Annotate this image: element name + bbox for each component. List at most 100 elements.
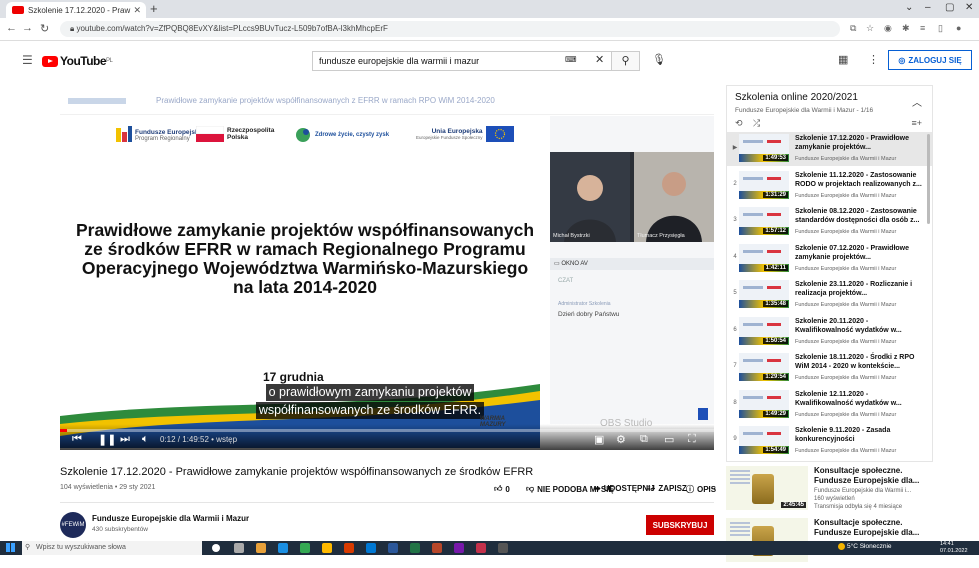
office-icon[interactable] xyxy=(344,543,354,553)
hamburger-menu-icon[interactable]: ☰ xyxy=(22,53,33,67)
playlist-thumbnail[interactable]: 1:49:29 xyxy=(739,389,789,418)
recommended-thumbnail[interactable] xyxy=(726,518,808,562)
playlist-thumbnail[interactable]: 1:50:54 xyxy=(739,316,789,345)
taskbar-search[interactable]: ⚲ Wpisz tu wyszukiwane słowa xyxy=(22,541,202,555)
task-view-icon[interactable] xyxy=(234,543,244,553)
microphone-icon[interactable]: 🎙︎ xyxy=(652,53,666,66)
reading-list-icon[interactable]: ≡ xyxy=(920,23,925,33)
playlist-thumbnail[interactable]: 1:31:29 xyxy=(739,170,789,199)
like-button[interactable]: 👍︎ 0 xyxy=(494,484,510,494)
progress-bar[interactable] xyxy=(60,429,714,432)
playlist-item[interactable]: ▶ 1:49:53 Szkolenie 17.12.2020 - Prawidłow… xyxy=(727,132,932,166)
edge-icon[interactable] xyxy=(278,543,288,553)
more-options-icon[interactable]: ⋮ xyxy=(868,53,879,66)
search-button[interactable]: ⚲ xyxy=(612,51,640,71)
photos-icon[interactable] xyxy=(498,543,508,553)
forward-icon[interactable]: → xyxy=(22,22,33,34)
app-icon[interactable] xyxy=(476,543,486,553)
previous-icon[interactable]: ⏮ xyxy=(72,433,82,446)
playlist-thumbnail[interactable]: 1:35:48 xyxy=(739,280,789,308)
miniplayer-icon[interactable]: ⧉ xyxy=(640,433,648,446)
bookmark-icon[interactable]: ☆ xyxy=(866,23,874,34)
close-tab-icon[interactable]: ✕ xyxy=(133,5,141,16)
weather-widget[interactable]: 5°C Słonecznie xyxy=(838,543,892,550)
playlist-item[interactable]: 9 1:54:49 Szkolenie 9.11.2020 - Zasada kon… xyxy=(727,424,932,458)
recommended-item[interactable]: 2:45:45 Konsultacje społeczne. Fundusze E… xyxy=(726,466,931,516)
profile-icon[interactable]: ● xyxy=(956,23,961,33)
playlist-item[interactable]: 2 1:31:29 Szkolenie 11.12.2020 - Zastosowa… xyxy=(727,169,932,203)
playlist-item[interactable]: 4 1:42:11 Szkolenie 07.12.2020 - Prawidłow… xyxy=(727,242,932,276)
playlist-item[interactable]: 6 1:50:54 Szkolenie 20.11.2020 - Kwalifiko… xyxy=(727,315,932,349)
playlist-item-title[interactable]: Szkolenie 07.12.2020 - Prawidłowe zamyka… xyxy=(795,244,927,262)
playlist-thumbnail[interactable]: 1:42:11 xyxy=(739,243,789,272)
playlist-item-title[interactable]: Szkolenie 20.11.2020 - Kwalifikowalność … xyxy=(795,317,927,335)
playlist-item-title[interactable]: Szkolenie 18.11.2020 - Środki z RPO WiM … xyxy=(795,353,927,371)
chrome-icon[interactable] xyxy=(300,543,310,553)
onenote-icon[interactable] xyxy=(454,543,464,553)
fullscreen-icon[interactable]: ⛶ xyxy=(688,433,696,446)
playlist-title[interactable]: Szkolenia online 2020/2021 xyxy=(735,92,858,103)
video-player[interactable]: Prawidłowe zamykanie projektów współfina… xyxy=(60,92,714,450)
playlist-thumbnail[interactable]: 1:57:12 xyxy=(739,207,789,235)
recommended-title[interactable]: Konsultacje społeczne. Fundusze Europejs… xyxy=(814,466,929,486)
save-button[interactable]: ≡+ ZAPISZ xyxy=(646,484,687,493)
playlist-thumbnail[interactable]: 1:49:53 xyxy=(739,134,789,162)
volume-icon[interactable]: 🔈︎ xyxy=(142,433,149,446)
save-playlist-icon[interactable]: ≡+ xyxy=(911,118,922,128)
file-explorer-icon[interactable] xyxy=(256,543,266,553)
recommended-thumbnail[interactable]: 2:45:45 xyxy=(726,466,808,510)
recommended-title[interactable]: Konsultacje społeczne. Fundusze Europejs… xyxy=(814,518,929,538)
playlist-thumbnail[interactable]: 1:54:49 xyxy=(739,426,789,454)
clear-search-icon[interactable]: ✕ xyxy=(595,53,604,66)
cortana-icon[interactable] xyxy=(212,544,220,552)
share-icon[interactable]: ⧉ xyxy=(850,23,856,34)
browser-tab[interactable]: Szkolenie 17.12.2020 - Praw ✕ xyxy=(6,2,146,18)
next-icon[interactable]: ⏭ xyxy=(120,433,130,446)
playlist-item[interactable]: 7 1:29:54 Szkolenie 18.11.2020 - Środki z … xyxy=(727,351,932,385)
new-tab-icon[interactable]: + xyxy=(150,1,158,16)
theater-mode-icon[interactable]: ▭ xyxy=(664,433,674,446)
playlist-item-title[interactable]: Szkolenie 08.12.2020 - Zastosowanie stan… xyxy=(795,207,927,225)
mail-icon[interactable] xyxy=(322,543,332,553)
login-button[interactable]: ◎ ZALOGUJ SIĘ xyxy=(888,50,972,70)
word-icon[interactable] xyxy=(388,543,398,553)
url-field[interactable]: 🔒︎ youtube.com/watch?v=ZfPQBQ8EvXY&list=… xyxy=(60,21,840,37)
close-window-icon[interactable]: ✕ xyxy=(965,2,973,13)
apps-grid-icon[interactable]: ▦ xyxy=(838,53,848,66)
store-icon[interactable] xyxy=(366,543,376,553)
loop-icon[interactable]: ⟲ xyxy=(735,118,743,129)
playlist-item-title[interactable]: Szkolenie 11.12.2020 - Zastosowanie RODO… xyxy=(795,171,927,189)
more-actions-icon[interactable]: ⋯ xyxy=(708,484,716,493)
playlist-scrollbar[interactable] xyxy=(927,134,930,224)
playlist-thumbnail[interactable]: 1:29:54 xyxy=(739,353,789,381)
youtube-logo[interactable]: YouTube PL xyxy=(42,54,113,68)
windows-start-icon[interactable] xyxy=(6,543,15,552)
clock[interactable]: 14:41 07.01.2022 xyxy=(940,541,968,555)
playlist-item-title[interactable]: Szkolenie 17.12.2020 - Prawidłowe zamyka… xyxy=(795,134,927,152)
extension-icon[interactable]: ◉ xyxy=(884,23,892,34)
subscribe-button[interactable]: SUBSKRYBUJ xyxy=(646,515,714,535)
settings-gear-icon[interactable]: ⚙ xyxy=(616,433,626,446)
shuffle-icon[interactable]: ⤮ xyxy=(753,118,760,129)
pause-icon[interactable]: ❚❚ xyxy=(98,433,116,446)
powerpoint-icon[interactable] xyxy=(432,543,442,553)
playlist-item-title[interactable]: Szkolenie 23.11.2020 - Rozliczanie i rea… xyxy=(795,280,927,298)
playlist-item-title[interactable]: Szkolenie 9.11.2020 - Zasada konkurencyj… xyxy=(795,426,927,444)
excel-icon[interactable] xyxy=(410,543,420,553)
reload-icon[interactable]: ↻ xyxy=(40,22,49,35)
collapse-chevron-icon[interactable]: ︿ xyxy=(912,94,922,109)
playlist-item[interactable]: 5 1:35:48 Szkolenie 23.11.2020 - Rozliczan… xyxy=(727,278,932,312)
playlist-item[interactable]: 3 1:57:12 Szkolenie 08.12.2020 - Zastosowa… xyxy=(727,205,932,239)
channel-name[interactable]: Fundusze Europejskie dla Warmii i Mazur xyxy=(92,514,249,523)
side-panel-icon[interactable]: ▯ xyxy=(938,23,943,34)
subtitles-icon[interactable]: ▣ xyxy=(594,433,604,446)
back-icon[interactable]: ← xyxy=(6,22,17,34)
playlist-item[interactable]: 8 1:49:29 Szkolenie 12.11.2020 - Kwalifiko… xyxy=(727,388,932,422)
puzzle-icon[interactable]: ✱ xyxy=(902,23,910,34)
channel-avatar[interactable]: #FEWiM xyxy=(60,512,86,538)
minimize-icon[interactable]: – xyxy=(925,2,931,13)
keyboard-icon[interactable]: ⌨ xyxy=(565,55,577,64)
playlist-item-title[interactable]: Szkolenie 12.11.2020 - Kwalifikowalność … xyxy=(795,390,927,408)
chevron-down-icon[interactable]: ⌄ xyxy=(905,2,913,13)
maximize-icon[interactable]: ▢ xyxy=(945,2,954,13)
